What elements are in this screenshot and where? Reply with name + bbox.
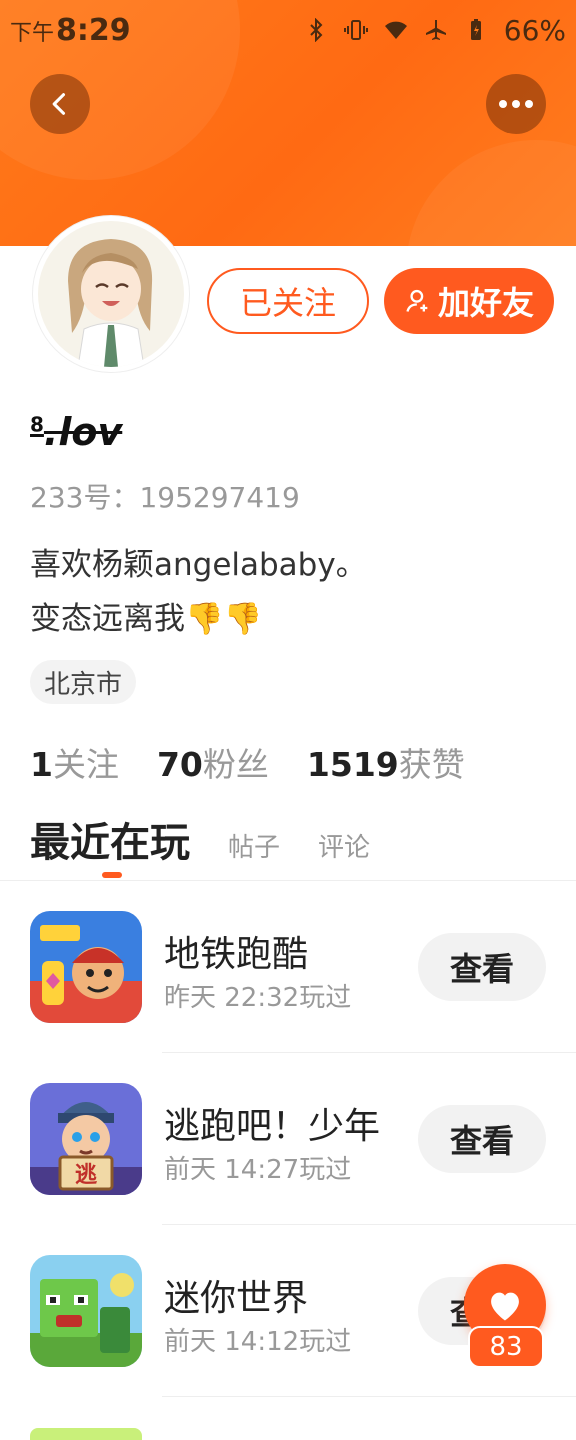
- bio-line: 喜欢杨颖angelababy。: [30, 547, 367, 583]
- battery-percentage: 66%: [503, 13, 566, 47]
- bio-line: 变态远离我👎👎: [30, 601, 263, 637]
- username-text: .lov: [43, 410, 123, 454]
- avatar-illustration: [38, 221, 184, 367]
- username-superscript: 8: [30, 412, 44, 437]
- following-stat[interactable]: 1关注: [30, 738, 119, 786]
- bluetooth-icon: [310, 18, 323, 42]
- back-button[interactable]: [30, 74, 90, 134]
- list-item[interactable]: 地铁跑酷 昨天 22:32玩过 查看: [0, 881, 576, 1053]
- username: 8.lov: [30, 410, 122, 454]
- bio: 喜欢杨颖angelababy。 变态远离我👎👎: [30, 538, 367, 646]
- game-name: 迷你世界: [164, 1278, 309, 1319]
- more-options-button[interactable]: [486, 74, 546, 134]
- location-tag: 北京市: [30, 660, 137, 704]
- following-count: 1: [30, 745, 53, 784]
- tab-recent-label: 最近在玩: [30, 820, 190, 866]
- tab-comments[interactable]: 评论: [318, 827, 370, 864]
- avatar[interactable]: [33, 216, 189, 372]
- status-time: 8:29: [56, 12, 131, 48]
- list-item[interactable]: 逃 逃跑吧！少年 前天 14:27玩过 查看: [0, 1053, 576, 1225]
- user-id: 233号：195297419: [30, 481, 300, 514]
- fans-stat[interactable]: 70粉丝: [157, 738, 269, 786]
- item-divider: [162, 1396, 576, 1397]
- like-count-badge: 83: [468, 1326, 544, 1368]
- fans-label: 粉丝: [202, 745, 269, 784]
- fans-count: 70: [156, 745, 203, 784]
- game-name: 地铁跑酷: [164, 934, 309, 975]
- battery-icon: [470, 19, 481, 40]
- tab-indicator: [102, 872, 122, 878]
- vibrate-icon: [343, 20, 368, 40]
- view-button[interactable]: 查看: [418, 933, 546, 1001]
- tab-posts[interactable]: 帖子: [228, 827, 280, 864]
- wifi-icon: [384, 21, 407, 39]
- profile-stats: 1关注 70粉丝 1519获赞: [30, 738, 465, 786]
- game-icon-mini-world: [30, 1255, 142, 1367]
- heart-icon: [491, 1292, 519, 1321]
- add-friend-button[interactable]: 加好友: [384, 268, 554, 334]
- game-last-played: 前天 14:27玩过: [164, 1155, 352, 1185]
- view-button[interactable]: 查看: [418, 1105, 546, 1173]
- followed-button[interactable]: 已关注: [207, 268, 369, 334]
- add-user-icon: [406, 289, 428, 312]
- game-last-played: 昨天 22:32玩过: [164, 983, 352, 1013]
- likes-label: 获赞: [398, 745, 465, 784]
- status-clock: 下午 8:29: [10, 13, 131, 48]
- status-bar: 下午 8:29 66%: [0, 0, 576, 60]
- more-dots-icon: [499, 100, 533, 108]
- following-label: 关注: [52, 745, 119, 784]
- likes-stat[interactable]: 1519获赞: [307, 738, 465, 786]
- game-last-played: 前天 14:12玩过: [164, 1327, 352, 1357]
- game-icon-subway: [30, 911, 142, 1023]
- tab-recent-played[interactable]: 最近在玩: [30, 810, 190, 878]
- profile-tabs: 最近在玩 帖子 评论: [30, 810, 370, 878]
- game-name: 逃跑吧！少年: [164, 1106, 381, 1147]
- chevron-left-icon: [52, 93, 66, 115]
- header-decoration: [406, 140, 576, 246]
- game-icon-partial: [30, 1428, 142, 1440]
- game-icon-escape: 逃: [30, 1083, 142, 1195]
- svg-text:逃: 逃: [75, 1163, 98, 1188]
- airplane-icon: [425, 20, 446, 40]
- add-friend-label: 加好友: [437, 284, 534, 322]
- likes-count: 1519: [306, 745, 399, 784]
- status-period: 下午: [10, 20, 55, 46]
- status-icons: 66%: [304, 14, 566, 47]
